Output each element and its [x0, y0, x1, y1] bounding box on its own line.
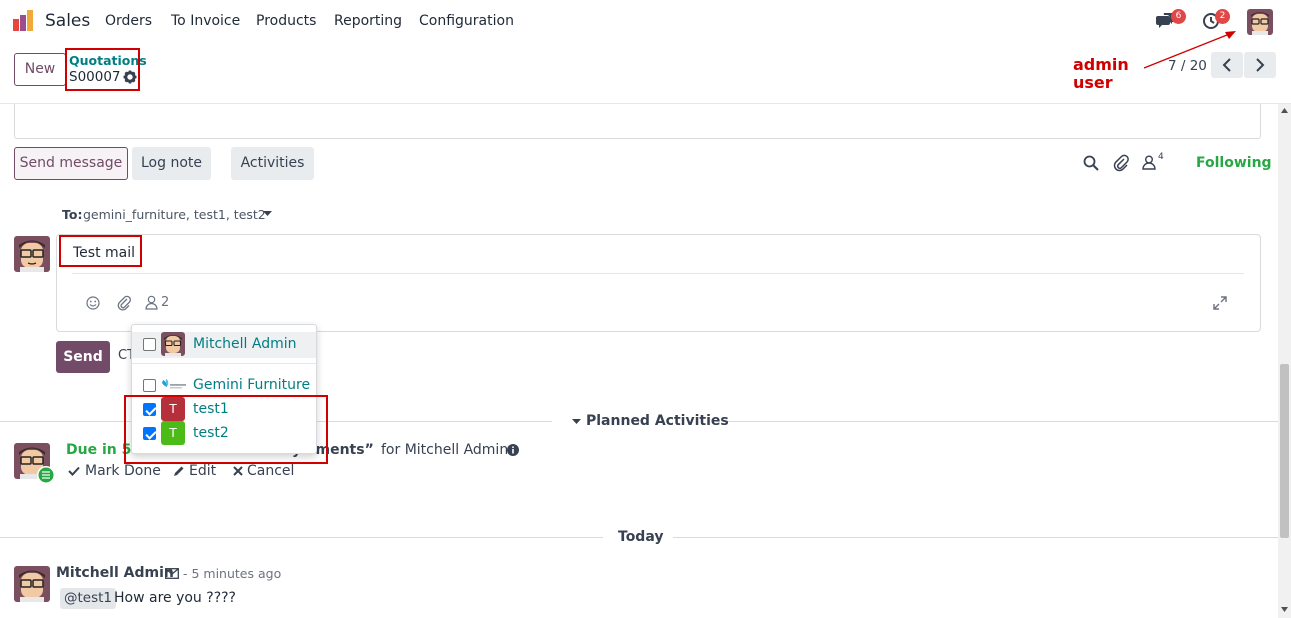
- mitchell-avatar-icon: [14, 236, 50, 272]
- scrollbar-thumb[interactable]: [1280, 364, 1289, 538]
- scroll-down-arrow-icon[interactable]: [1281, 607, 1288, 612]
- expand-icon[interactable]: [1213, 296, 1227, 310]
- today-header: Today: [618, 529, 664, 545]
- app-name[interactable]: Sales: [45, 11, 90, 31]
- new-button[interactable]: New: [14, 53, 66, 86]
- chevron-right-icon: [1256, 58, 1265, 72]
- message-author[interactable]: Mitchell Admin: [56, 565, 174, 581]
- gemini-logo-icon: [162, 379, 186, 389]
- message-body: How are you ????: [114, 590, 236, 606]
- x-icon: [233, 466, 243, 476]
- messages-count-badge: 6: [1171, 9, 1186, 24]
- paperclip-icon[interactable]: [1113, 154, 1129, 172]
- following-status[interactable]: Following: [1196, 155, 1272, 171]
- edit-label: Edit: [189, 463, 217, 479]
- menu-configuration[interactable]: Configuration: [419, 13, 514, 29]
- to-recipients[interactable]: gemini_furniture, test1, test2: [83, 207, 266, 222]
- annotation-arrow: [1143, 31, 1236, 69]
- follower-avatar-mitchell: [161, 332, 185, 356]
- activities-button[interactable]: Activities: [231, 147, 314, 180]
- message-mention[interactable]: @test1: [60, 588, 117, 609]
- cancel-activity-link[interactable]: Cancel: [233, 463, 294, 479]
- menu-reporting[interactable]: Reporting: [334, 13, 402, 29]
- planned-activities-header[interactable]: Planned Activities: [586, 413, 729, 429]
- activity-assignee: for Mitchell Admin: [381, 442, 509, 458]
- menu-products[interactable]: Products: [256, 13, 316, 29]
- edit-activity-link[interactable]: Edit: [173, 463, 216, 479]
- mark-done-label: Mark Done: [85, 463, 161, 479]
- message-time: - 5 minutes ago: [183, 566, 282, 581]
- sales-app-logo-icon[interactable]: [12, 10, 36, 32]
- emoji-icon[interactable]: [86, 296, 100, 310]
- menu-orders[interactable]: Orders: [105, 13, 152, 29]
- follower-name-mitchell[interactable]: Mitchell Admin: [193, 336, 297, 352]
- composer-paperclip-icon[interactable]: [117, 295, 131, 311]
- dropdown-divider: [132, 363, 316, 364]
- check-icon: [68, 466, 80, 476]
- followers-person-icon[interactable]: [1142, 155, 1156, 170]
- pencil-icon: [174, 466, 184, 476]
- planned-divider-right: [723, 421, 1278, 422]
- activity-user-avatar-icon: [14, 443, 55, 484]
- top-navbar: Sales Orders To Invoice Products Reporti…: [0, 0, 1291, 44]
- search-icon[interactable]: [1083, 155, 1099, 171]
- follower-name-gemini[interactable]: Gemini Furniture: [193, 377, 310, 393]
- scroll-up-arrow-icon[interactable]: [1281, 108, 1288, 113]
- composer-followers-icon[interactable]: [145, 295, 158, 310]
- cancel-label: Cancel: [247, 463, 295, 479]
- caret-down-icon[interactable]: [263, 211, 272, 217]
- today-divider-right: [673, 537, 1278, 538]
- annotation-admin: admin: [1073, 55, 1129, 74]
- send-message-button[interactable]: Send message: [14, 147, 128, 180]
- activity-avatar: [14, 443, 55, 484]
- composer-author-avatar: [14, 236, 50, 272]
- composer-divider: [72, 273, 1244, 274]
- planned-caret-icon[interactable]: [572, 419, 581, 425]
- pager-next-button[interactable]: [1244, 52, 1276, 78]
- to-label: To:: [62, 207, 83, 222]
- scrollbar-track[interactable]: [1278, 104, 1291, 618]
- mitchell-small-avatar-icon: [161, 332, 185, 356]
- today-divider-left: [0, 537, 603, 538]
- message-author-avatar[interactable]: [14, 566, 50, 602]
- menu-to-invoice[interactable]: To Invoice: [171, 13, 240, 29]
- composer-box: [56, 234, 1261, 332]
- highlight-box-breadcrumb: [65, 48, 140, 91]
- composer-followers-count[interactable]: 2: [161, 295, 169, 310]
- follower-checkbox-mitchell[interactable]: [143, 338, 156, 351]
- envelope-icon: [165, 568, 179, 579]
- form-sheet-bottom: [14, 104, 1261, 139]
- activities-count-badge: 2: [1215, 9, 1230, 24]
- annotation-user: user: [1073, 73, 1113, 92]
- user-avatar-image-icon: [1247, 9, 1273, 35]
- send-button[interactable]: Send: [56, 341, 110, 373]
- info-icon[interactable]: [507, 444, 519, 456]
- follower-checkbox-gemini[interactable]: [143, 379, 156, 392]
- followers-count[interactable]: 4: [1158, 152, 1164, 162]
- message-avatar-icon: [14, 566, 50, 602]
- highlight-box-composer-text: [59, 235, 142, 267]
- mark-done-link[interactable]: Mark Done: [68, 463, 161, 479]
- highlight-box-test-followers: [124, 395, 328, 464]
- log-note-button[interactable]: Log note: [132, 147, 211, 180]
- user-avatar[interactable]: [1247, 9, 1273, 35]
